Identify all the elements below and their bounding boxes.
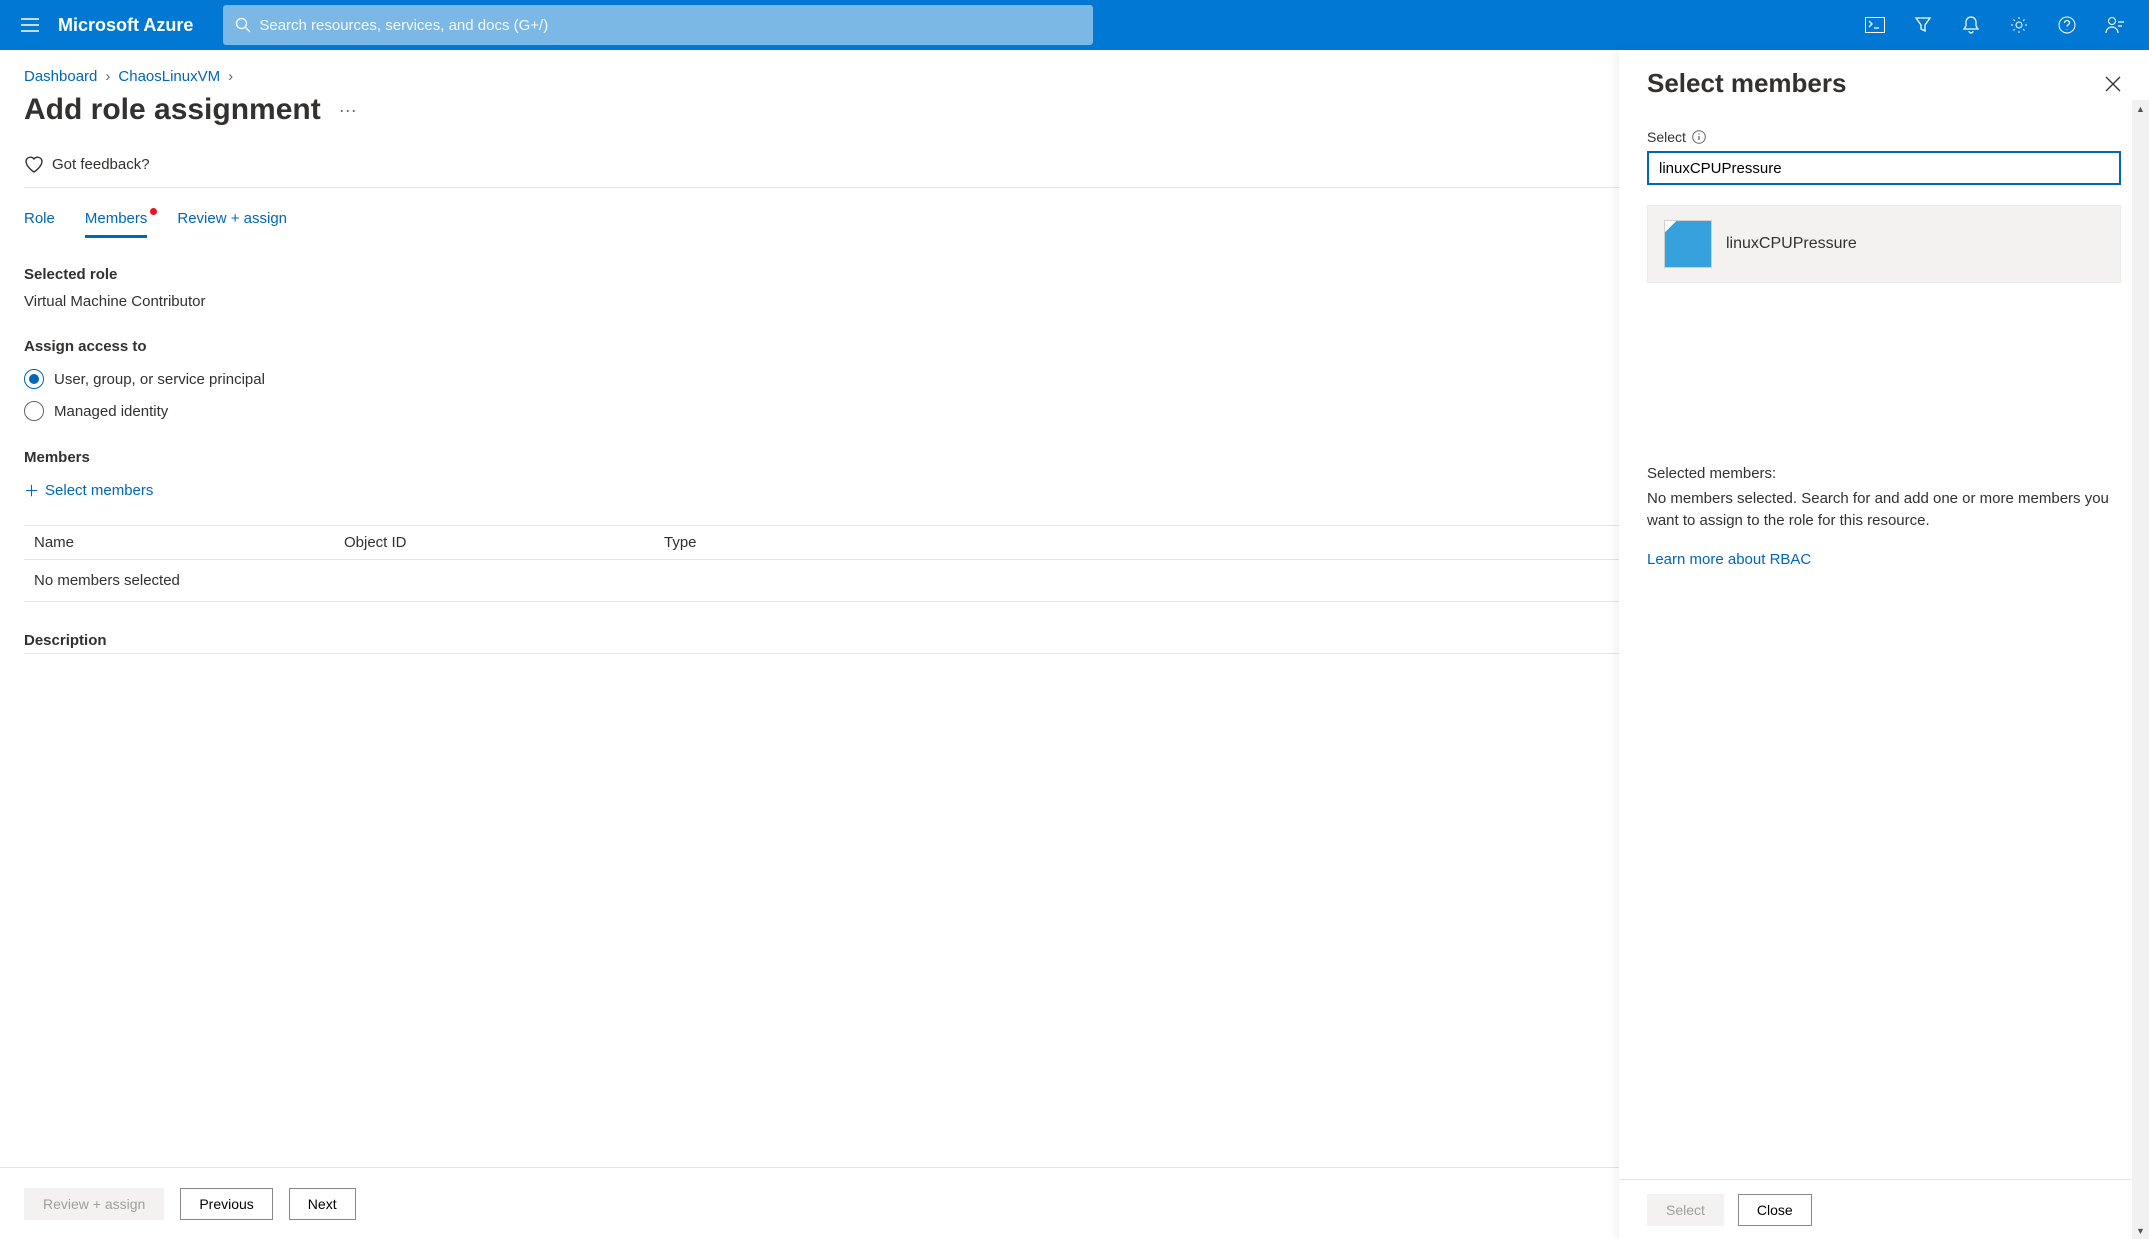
rbac-link[interactable]: Learn more about RBAC: [1647, 549, 1811, 572]
chevron-right-icon: ›: [228, 68, 233, 85]
top-icon-group: [1863, 13, 2139, 37]
select-members-text: Select members: [45, 482, 153, 499]
selected-members-message: No members selected. Search for and add …: [1647, 488, 2121, 533]
search-result-item[interactable]: linuxCPUPressure: [1647, 205, 2121, 283]
global-search[interactable]: [223, 5, 1093, 45]
scroll-down-arrow-icon[interactable]: ▼: [2132, 1222, 2149, 1239]
radio-user-label: User, group, or service principal: [54, 371, 265, 388]
attention-dot-icon: [150, 208, 157, 215]
member-search-input[interactable]: [1647, 151, 2121, 185]
result-thumbnail-icon: [1664, 220, 1712, 268]
brand-label[interactable]: Microsoft Azure: [58, 15, 193, 36]
info-icon[interactable]: [1692, 130, 1706, 144]
chevron-right-icon: ›: [105, 68, 110, 85]
panel-close-button[interactable]: Close: [1738, 1194, 1812, 1226]
plus-icon: ＋: [24, 480, 39, 501]
panel-footer: Select Close: [1619, 1179, 2149, 1239]
col-object-id: Object ID: [344, 534, 664, 551]
radio-unchecked-icon: [24, 401, 44, 421]
search-icon: [235, 17, 251, 33]
search-input[interactable]: [259, 17, 1081, 34]
settings-gear-icon[interactable]: [2007, 13, 2031, 37]
tab-members-label: Members: [85, 210, 148, 227]
account-icon[interactable]: [2103, 13, 2127, 37]
tab-review[interactable]: Review + assign: [177, 210, 287, 238]
panel-select-label: Select: [1647, 129, 1686, 145]
col-name: Name: [24, 534, 344, 551]
page-title: Add role assignment: [24, 93, 321, 127]
selected-members-heading: Selected members:: [1647, 463, 2121, 486]
tab-members[interactable]: Members: [85, 210, 148, 238]
feedback-label: Got feedback?: [52, 156, 150, 173]
hamburger-menu-icon[interactable]: [10, 5, 50, 45]
next-button[interactable]: Next: [289, 1188, 356, 1220]
more-actions-icon[interactable]: ···: [339, 100, 357, 121]
cloud-shell-icon[interactable]: [1863, 13, 1887, 37]
notifications-icon[interactable]: [1959, 13, 1983, 37]
previous-button[interactable]: Previous: [180, 1188, 272, 1220]
breadcrumb-resource[interactable]: ChaosLinuxVM: [118, 68, 220, 85]
help-icon[interactable]: [2055, 13, 2079, 37]
tab-role[interactable]: Role: [24, 210, 55, 238]
panel-title: Select members: [1647, 68, 1846, 99]
panel-scrollbar[interactable]: ▲ ▼: [2132, 100, 2149, 1239]
radio-managed-label: Managed identity: [54, 403, 168, 420]
top-nav-bar: Microsoft Azure: [0, 0, 2149, 50]
result-name: linuxCPUPressure: [1726, 235, 1857, 253]
radio-checked-icon: [24, 369, 44, 389]
close-icon[interactable]: [2105, 76, 2121, 92]
heart-icon: [24, 155, 44, 173]
select-members-panel: Select members Select linuxCPUPressure S…: [1619, 50, 2149, 1239]
panel-select-button: Select: [1647, 1194, 1724, 1226]
filter-icon[interactable]: [1911, 13, 1935, 37]
col-type: Type: [664, 534, 697, 551]
review-assign-button: Review + assign: [24, 1188, 164, 1220]
scroll-up-arrow-icon[interactable]: ▲: [2132, 100, 2149, 117]
breadcrumb-dashboard[interactable]: Dashboard: [24, 68, 97, 85]
